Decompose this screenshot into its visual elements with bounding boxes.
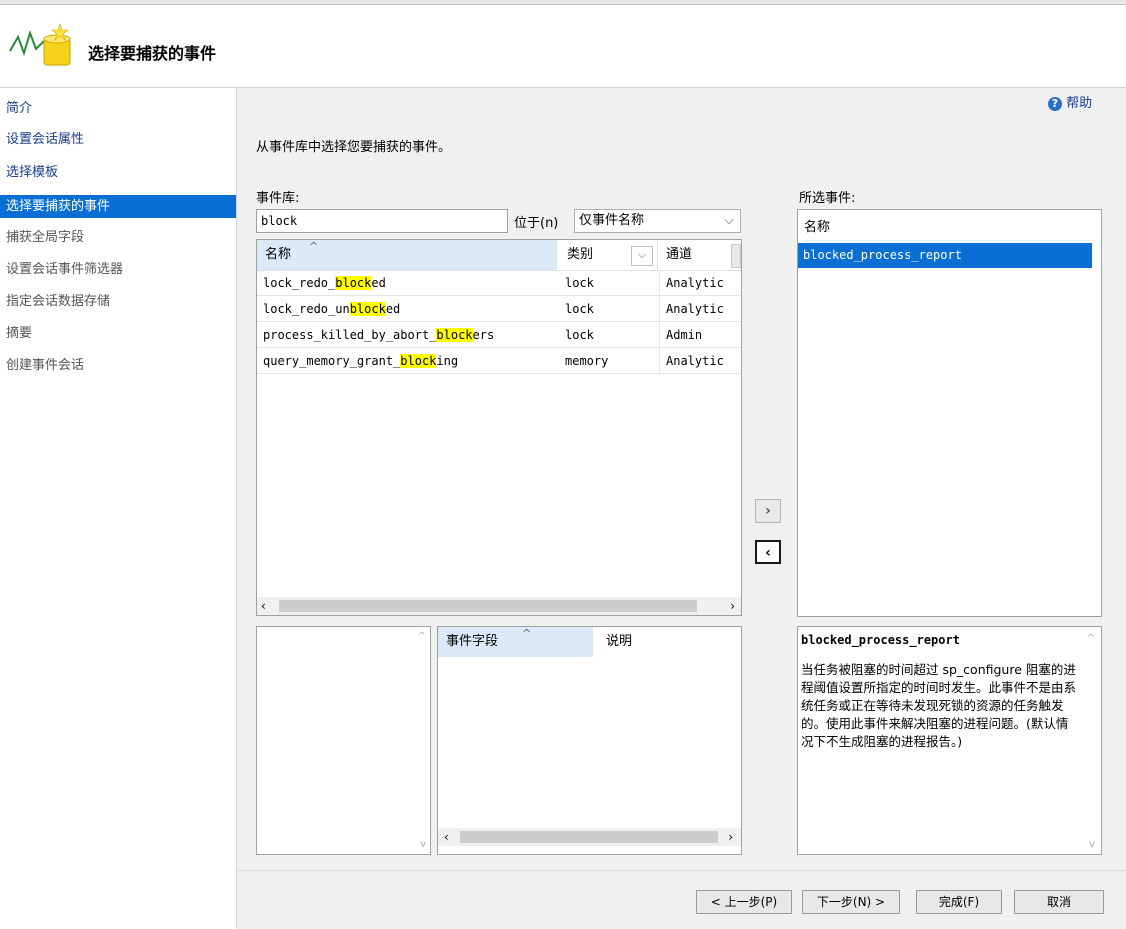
event-description-box: blocked_process_report 当任务被阻塞的时间超过 sp_co… xyxy=(797,626,1102,855)
wizard-footer: < 上一步(P) 下一步(N) > 完成(F) 取消 xyxy=(237,870,1126,929)
scrollbar-thumb[interactable] xyxy=(460,831,718,843)
search-highlight: block xyxy=(335,276,372,290)
help-label: 帮助 xyxy=(1066,96,1093,111)
column-channel-label: 通道 xyxy=(666,247,693,262)
sidebar-item-intro[interactable]: 简介 xyxy=(0,97,236,120)
scrollbar-thumb[interactable] xyxy=(279,600,697,612)
event-category-cell: memory xyxy=(565,354,609,368)
wizard-sidebar: 简介 设置会话属性 选择模板 选择要捕获的事件 捕获全局字段 设置会话事件筛选器… xyxy=(0,88,237,928)
next-button[interactable]: 下一步(N) > xyxy=(802,890,900,914)
horizontal-scrollbar[interactable]: ‹ › xyxy=(438,828,741,846)
event-channel-cell: Admin xyxy=(659,322,741,348)
help-link[interactable]: ? 帮助 xyxy=(1048,94,1092,114)
cancel-button[interactable]: 取消 xyxy=(1014,890,1104,914)
search-scope-value: 仅事件名称 xyxy=(579,213,645,228)
sidebar-item-global-fields[interactable]: 捕获全局字段 xyxy=(0,226,236,249)
chevron-left-icon: ‹ xyxy=(765,545,771,561)
sidebar-item-template[interactable]: 选择模板 xyxy=(0,161,236,184)
event-category-cell: lock xyxy=(565,302,594,316)
selected-events-list[interactable]: 名称 blocked_process_report xyxy=(797,209,1102,617)
scroll-left-icon[interactable]: ‹ xyxy=(261,597,266,615)
page-title: 选择要捕获的事件 xyxy=(88,44,217,63)
sidebar-item-select-events[interactable]: 选择要捕获的事件 xyxy=(0,195,236,218)
sidebar-item-data-storage[interactable]: 指定会话数据存储 xyxy=(0,290,236,313)
event-name-cell: process_killed_by_abort_blockers xyxy=(263,328,495,342)
event-library-label: 事件库: xyxy=(256,191,300,206)
event-name-cell: query_memory_grant_blocking xyxy=(263,354,459,368)
description-title: blocked_process_report xyxy=(801,633,960,647)
instructions-text: 从事件库中选择您要捕获的事件。 xyxy=(256,140,452,155)
search-in-label: 位于(n) xyxy=(514,216,559,231)
add-event-button[interactable]: › xyxy=(755,499,781,523)
event-channel-cell: Analytic xyxy=(659,296,741,322)
table-row[interactable]: query_memory_grant_blocking memory Analy… xyxy=(257,348,741,374)
event-library-grid[interactable]: 名称 ^ 类别 ⌵ 通道 lock_redo_blocked lock Anal… xyxy=(256,239,742,616)
search-highlight: block xyxy=(349,302,386,316)
event-fields-grid[interactable]: 事件字段 ^ 说明 ‹ › xyxy=(437,626,742,855)
finish-button[interactable]: 完成(F) xyxy=(916,890,1002,914)
scroll-up-icon[interactable]: ^ xyxy=(1087,633,1095,644)
remove-event-button[interactable]: ‹ xyxy=(755,540,781,564)
scroll-up-icon[interactable]: ^ xyxy=(418,631,426,642)
horizontal-scrollbar[interactable]: ‹ › xyxy=(257,597,741,615)
scroll-left-icon[interactable]: ‹ xyxy=(444,828,449,846)
search-highlight: block xyxy=(436,328,473,342)
event-session-icon xyxy=(9,23,71,66)
column-resize-handle[interactable] xyxy=(731,244,741,268)
scroll-down-icon[interactable]: v xyxy=(1089,839,1095,850)
column-header-name[interactable]: 名称 ^ xyxy=(257,240,557,270)
chevron-down-icon: ⌵ xyxy=(637,248,647,261)
scroll-right-icon[interactable]: › xyxy=(728,828,733,846)
table-row[interactable]: process_killed_by_abort_blockers lock Ad… xyxy=(257,322,741,348)
event-channel-cell: Analytic xyxy=(659,270,741,296)
column-category-label: 类别 xyxy=(567,247,594,262)
column-header-channel[interactable]: 通道 xyxy=(657,240,733,270)
event-name-cell: lock_redo_blocked xyxy=(263,276,386,290)
selected-events-label: 所选事件: xyxy=(799,191,856,206)
category-filter-dropdown[interactable]: ⌵ xyxy=(631,246,653,266)
selected-column-header[interactable]: 名称 xyxy=(804,216,1094,241)
selected-event-item[interactable]: blocked_process_report xyxy=(798,243,1092,268)
scroll-right-icon[interactable]: › xyxy=(730,597,735,615)
wizard-header: 选择要捕获的事件 xyxy=(0,5,1126,88)
table-row[interactable]: lock_redo_unblocked lock Analytic xyxy=(257,296,741,322)
event-category-cell: lock xyxy=(565,276,594,290)
table-row[interactable]: lock_redo_blocked lock Analytic xyxy=(257,270,741,296)
search-highlight: block xyxy=(400,354,437,368)
event-channel-cell: Analytic xyxy=(659,348,741,374)
sort-asc-icon: ^ xyxy=(309,240,319,253)
column-name-label: 名称 xyxy=(265,247,292,262)
chevron-right-icon: › xyxy=(765,503,771,519)
sort-asc-icon: ^ xyxy=(522,627,532,640)
sidebar-item-create-session[interactable]: 创建事件会话 xyxy=(0,354,236,377)
sidebar-item-event-filters[interactable]: 设置会话事件筛选器 xyxy=(0,258,236,281)
event-field-categories[interactable]: ^ v xyxy=(256,626,431,855)
event-name-cell: lock_redo_unblocked xyxy=(263,302,401,316)
description-text: 当任务被阻塞的时间超过 sp_configure 阻塞的进程阈值设置所指定的时间… xyxy=(801,662,1077,749)
sidebar-item-summary[interactable]: 摘要 xyxy=(0,322,236,345)
back-button[interactable]: < 上一步(P) xyxy=(696,890,792,914)
scroll-down-icon[interactable]: v xyxy=(420,839,426,850)
column-header-description[interactable]: 说明 xyxy=(598,627,738,657)
main-panel: ? 帮助 从事件库中选择您要捕获的事件。 事件库: block 位于(n) 仅事… xyxy=(237,88,1126,870)
event-search-input[interactable]: block xyxy=(256,209,508,233)
search-scope-dropdown[interactable]: 仅事件名称 ⌵ xyxy=(574,209,741,233)
chevron-down-icon: ⌵ xyxy=(724,213,734,228)
event-field-header-label: 事件字段 xyxy=(446,634,499,649)
sidebar-item-session-properties[interactable]: 设置会话属性 xyxy=(0,128,236,151)
help-icon: ? xyxy=(1048,96,1062,111)
column-header-event-field[interactable]: 事件字段 ^ xyxy=(438,627,593,657)
grid-header: 名称 ^ 类别 ⌵ 通道 xyxy=(257,240,741,271)
event-category-cell: lock xyxy=(565,328,594,342)
